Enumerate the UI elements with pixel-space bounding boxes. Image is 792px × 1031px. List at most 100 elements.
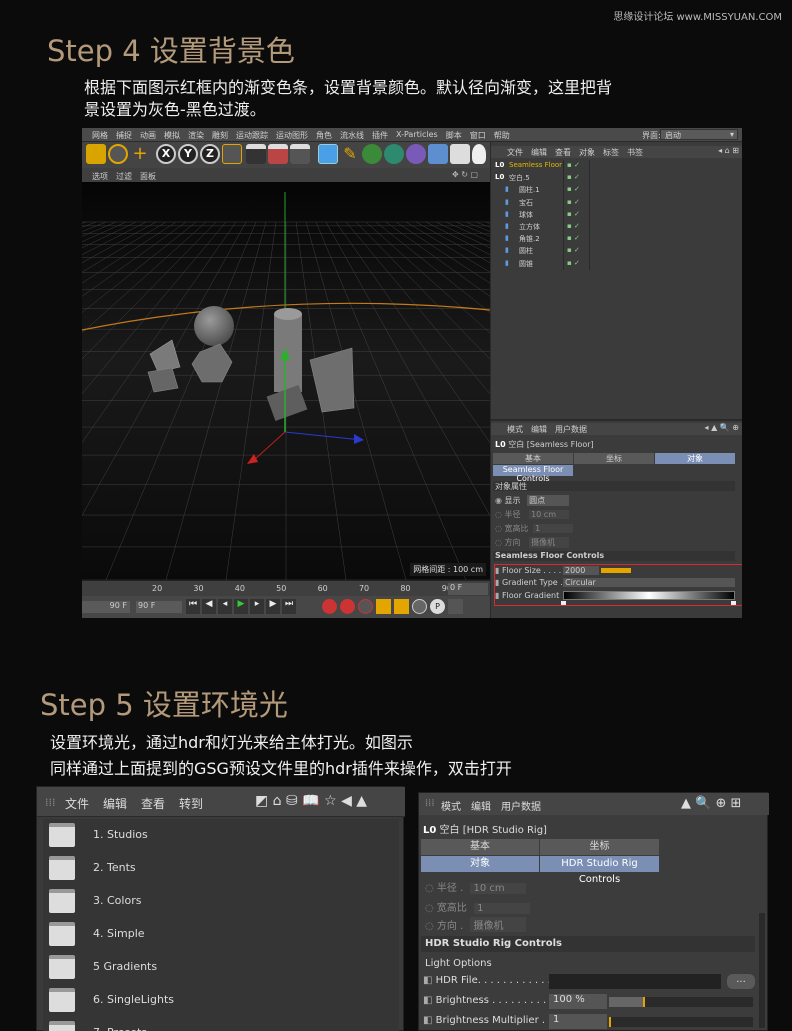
- hdr-brightness-mult-slider[interactable]: [609, 1017, 753, 1027]
- coord-icon[interactable]: [222, 144, 242, 164]
- browser-menu-0[interactable]: 文件: [65, 795, 89, 812]
- visibility-flags-icon[interactable]: ▪ ✓: [567, 161, 580, 169]
- hdr-browse-button[interactable]: ...: [727, 974, 755, 989]
- key-scale-icon[interactable]: [412, 599, 427, 614]
- hdr-menu-0[interactable]: 模式: [441, 798, 461, 813]
- deformer-icon[interactable]: [406, 144, 426, 164]
- timeline-ruler[interactable]: 20 30 40 50 60 70 80 90 0 F: [82, 580, 490, 596]
- browser-toolbar-icons[interactable]: ◩ ⌂ ⛁ 📖 ☆ ◀ ▲: [255, 793, 367, 809]
- key-select-icon[interactable]: [358, 599, 373, 614]
- goto-end-icon[interactable]: ⏭: [282, 599, 296, 614]
- hdr-scrollbar[interactable]: [759, 913, 765, 1028]
- key-param-icon[interactable]: P: [430, 599, 445, 614]
- hdr-tab-coord[interactable]: 坐标: [540, 839, 659, 855]
- visibility-flags-icon[interactable]: ▪ ✓: [567, 173, 580, 181]
- browser-menu-2[interactable]: 查看: [141, 795, 165, 812]
- hdr-aspect-field[interactable]: 1: [474, 903, 531, 914]
- anim-toggle-icon[interactable]: ◧: [423, 975, 432, 986]
- preset-folder-item[interactable]: 1. Studios: [43, 819, 399, 852]
- preset-folder-item[interactable]: 3. Colors: [43, 885, 399, 918]
- frame-field-a[interactable]: 90 F: [82, 601, 130, 613]
- z-axis-icon[interactable]: Z: [200, 144, 220, 164]
- key-pos-icon[interactable]: [376, 599, 391, 614]
- menu-item-6[interactable]: 运动跟踪: [236, 130, 268, 141]
- viewport-menu-1[interactable]: 过滤: [116, 171, 132, 182]
- visibility-flags-icon[interactable]: ▪ ✓: [567, 246, 580, 254]
- next-key-icon[interactable]: ▶: [266, 599, 280, 614]
- move-icon[interactable]: +: [130, 144, 150, 164]
- object-row[interactable]: ▮ 立方体 ▪ ✓: [491, 221, 741, 233]
- play-icon[interactable]: ▶: [234, 599, 248, 614]
- om-menu-1[interactable]: 编辑: [531, 147, 547, 158]
- preset-folder-item[interactable]: 5 Gradients: [43, 951, 399, 984]
- step-back-icon[interactable]: ◂: [218, 599, 232, 614]
- menu-item-0[interactable]: 网格: [92, 130, 108, 141]
- auto-key-icon[interactable]: [340, 599, 355, 614]
- visibility-flags-icon[interactable]: ▪ ✓: [567, 198, 580, 206]
- anim-toggle-icon[interactable]: ◧: [423, 1015, 432, 1026]
- hdr-tab-basic[interactable]: 基本: [421, 839, 539, 855]
- menu-item-12[interactable]: 脚本: [446, 130, 462, 141]
- goto-start-icon[interactable]: ⏮: [186, 599, 200, 614]
- hdr-brightness-field[interactable]: 100 %: [549, 994, 607, 1009]
- frame-field-b[interactable]: 90 F: [136, 601, 182, 613]
- visibility-flags-icon[interactable]: ▪ ✓: [567, 259, 580, 267]
- tab-object[interactable]: 对象: [655, 453, 735, 464]
- om-menu-2[interactable]: 查看: [555, 147, 571, 158]
- camera-icon[interactable]: [450, 144, 470, 164]
- key-pla-icon[interactable]: [448, 599, 463, 614]
- menu-item-2[interactable]: 动画: [140, 130, 156, 141]
- menu-item-9[interactable]: 流水线: [340, 130, 364, 141]
- am-menu-1[interactable]: 编辑: [531, 424, 547, 435]
- visibility-flags-icon[interactable]: ▪ ✓: [567, 234, 580, 242]
- pen-icon[interactable]: ✎: [340, 144, 360, 164]
- object-row[interactable]: ▮ 圆柱.1 ▪ ✓: [491, 184, 741, 196]
- render-view-icon[interactable]: [268, 144, 288, 164]
- om-menu-4[interactable]: 标签: [603, 147, 619, 158]
- primitive-cube-icon[interactable]: [318, 144, 338, 164]
- subdivision-icon[interactable]: [362, 144, 382, 164]
- menu-item-14[interactable]: 帮助: [494, 130, 510, 141]
- tab-seamless-floor-controls[interactable]: Seamless Floor Controls: [493, 465, 573, 483]
- menu-item-7[interactable]: 运动图形: [276, 130, 308, 141]
- layout-select[interactable]: 启动 ▾: [660, 129, 738, 140]
- rotate-icon[interactable]: [108, 144, 128, 164]
- hdr-menu-1[interactable]: 编辑: [471, 798, 491, 813]
- menu-item-10[interactable]: 插件: [372, 130, 388, 141]
- viewport-menu-2[interactable]: 面板: [140, 171, 156, 182]
- object-row[interactable]: L0 Seamless Floor ▪ ✓: [491, 160, 741, 172]
- menu-item-11[interactable]: X-Particles: [396, 130, 438, 141]
- object-row[interactable]: ▮ 圆锥 ▪ ✓: [491, 258, 741, 270]
- viewport[interactable]: 网格间距 : 100 cm: [82, 182, 490, 580]
- browser-menu-1[interactable]: 编辑: [103, 795, 127, 812]
- hdr-menu-2[interactable]: 用户数据: [501, 798, 541, 813]
- radius-field[interactable]: 10 cm: [529, 510, 570, 519]
- om-menu-5[interactable]: 书签: [627, 147, 643, 158]
- prev-key-icon[interactable]: ◀: [202, 599, 216, 614]
- om-nav-icon[interactable]: ◂ ⌂ ⊞: [718, 146, 739, 155]
- hdr-radius-field[interactable]: 10 cm: [470, 883, 527, 894]
- object-row[interactable]: ▮ 宝石 ▪ ✓: [491, 197, 741, 209]
- anim-toggle-icon[interactable]: ◧: [423, 995, 432, 1006]
- viewport-nav-icon[interactable]: ✥ ↻ ▢: [452, 170, 478, 179]
- object-row[interactable]: ▮ 角锥.2 ▪ ✓: [491, 233, 741, 245]
- tab-basic[interactable]: 基本: [493, 453, 573, 464]
- floor-icon[interactable]: [428, 144, 448, 164]
- hdr-orient-select[interactable]: 摄像机: [470, 917, 527, 932]
- menu-item-4[interactable]: 渲染: [188, 130, 204, 141]
- am-nav-icon[interactable]: ◂ ▲ 🔍 ⊕: [705, 423, 739, 432]
- step-forward-icon[interactable]: ▸: [250, 599, 264, 614]
- tab-coord[interactable]: 坐标: [574, 453, 654, 464]
- hdr-brightness-slider[interactable]: [609, 997, 753, 1007]
- am-menu-0[interactable]: 模式: [507, 424, 523, 435]
- object-row[interactable]: L0 空白.5 ▪ ✓: [491, 172, 741, 184]
- object-row[interactable]: ▮ 圆柱 ▪ ✓: [491, 245, 741, 257]
- visibility-flags-icon[interactable]: ▪ ✓: [567, 222, 580, 230]
- am-menu-2[interactable]: 用户数据: [555, 424, 587, 435]
- undo-icon[interactable]: [86, 144, 106, 164]
- om-menu-0[interactable]: 文件: [507, 147, 523, 158]
- object-row[interactable]: ▮ 球体 ▪ ✓: [491, 209, 741, 221]
- aspect-field[interactable]: 1: [533, 524, 574, 533]
- x-axis-icon[interactable]: X: [156, 144, 176, 164]
- array-icon[interactable]: [384, 144, 404, 164]
